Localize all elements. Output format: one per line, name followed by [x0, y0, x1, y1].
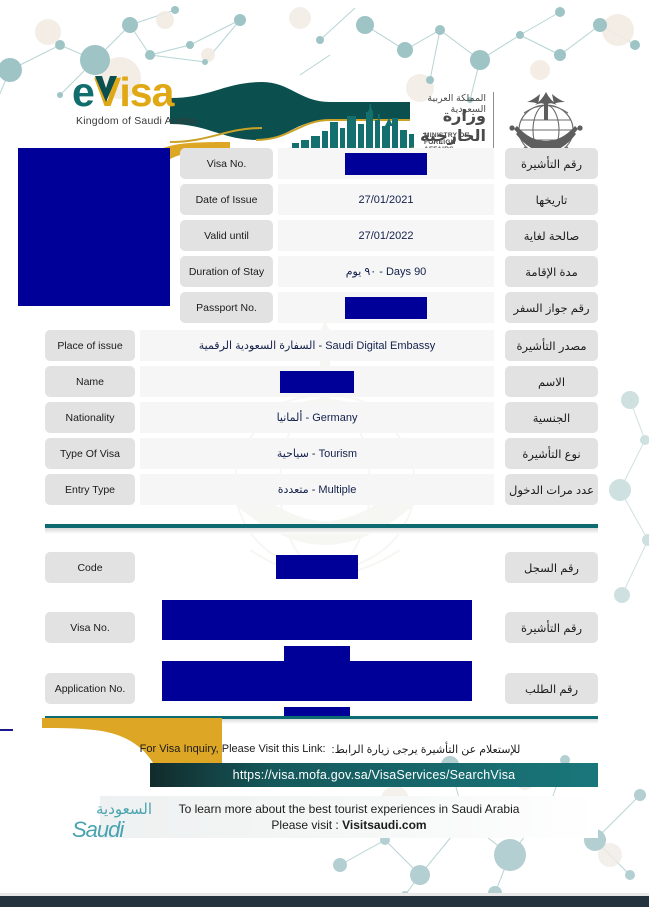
field-label-arabic: تاريخها	[505, 184, 598, 215]
field-label-english: Nationality	[45, 402, 135, 433]
redaction-block	[280, 370, 354, 393]
field-label-arabic: الاسم	[505, 366, 598, 397]
document-header: eeVisaVisa Kingdom of Saudi Arabia الممل…	[0, 46, 649, 192]
field-label-arabic: رقم الطلب	[505, 673, 598, 704]
field-label-arabic: مصدر التأشيرة	[505, 330, 598, 361]
field-value: Saudi Digital Embassy - السفارة السعودية…	[140, 330, 494, 361]
field-label-arabic: رقم السجل	[505, 552, 598, 583]
table-row: Name الاسم	[0, 366, 649, 402]
field-label-english: Date of Issue	[180, 184, 273, 215]
holder-fields-table: Place of issue Saudi Digital Embassy - ال…	[0, 330, 649, 510]
field-label-english: Type Of Visa	[45, 438, 135, 469]
ministry-divider	[493, 92, 494, 152]
field-label-english: Visa No.	[180, 148, 273, 179]
inquiry-text-arabic: للإستعلام عن التأشيرة يرجى زيارة الرابط:	[331, 743, 521, 756]
city-skyline-graphic	[281, 104, 415, 154]
visit-saudi-english: Saudi	[72, 817, 124, 842]
field-label-english: Name	[45, 366, 135, 397]
field-label-arabic: رقم جواز السفر	[505, 292, 598, 323]
table-row: Passport No. رقم جواز السفر	[0, 292, 649, 328]
table-row: Duration of Stay 90 Days - ٩٠ يوم مدة الإق…	[0, 256, 649, 292]
promo-line-1: To learn more about the best tourist exp…	[178, 802, 520, 816]
table-row: Entry Type Multiple - متعددة عدد مرات الدخ…	[0, 474, 649, 510]
section-divider-shadow	[45, 528, 598, 534]
visit-saudi-logo: السعودية Saudi	[70, 800, 166, 848]
barcode-area	[140, 546, 494, 579]
field-label-english: Code	[45, 552, 135, 583]
visit-saudi-arabic: السعودية	[96, 801, 153, 818]
table-row: Valid until 27/01/2022 صالحة لغاية	[0, 220, 649, 256]
table-row: Type Of Visa Tourism - سياحية نوع التأشيرة	[0, 438, 649, 474]
field-label-arabic: رقم التأشيرة	[505, 612, 598, 643]
field-label-arabic: مدة الإقامة	[505, 256, 598, 287]
visa-inquiry-line: For Visa Inquiry, Please Visit this Link…	[60, 740, 600, 758]
evisa-logo-v-accent	[95, 76, 117, 102]
visa-inquiry-link[interactable]: https://visa.mofa.gov.sa/VisaServices/Se…	[150, 763, 598, 787]
evisa-logo: eeVisaVisa Kingdom of Saudi Arabia	[62, 72, 292, 128]
field-label-arabic: نوع التأشيرة	[505, 438, 598, 469]
table-row: Place of issue Saudi Digital Embassy - ال…	[0, 330, 649, 366]
barcode-row: Code رقم السجل	[0, 546, 649, 590]
field-label-english: Passport No.	[180, 292, 273, 323]
barcode-area	[140, 651, 494, 724]
table-row: Date of Issue 27/01/2021 تاريخها	[0, 184, 649, 220]
field-label-english: Application No.	[45, 673, 135, 704]
promo-line-2-prefix: Please visit :	[271, 818, 343, 832]
barcode-redaction-block	[162, 600, 472, 640]
field-label-english: Duration of Stay	[180, 256, 273, 287]
field-label-english: Place of issue	[45, 330, 135, 361]
visit-saudi-promo: To learn more about the best tourist exp…	[100, 796, 598, 838]
inquiry-text-english: For Visa Inquiry, Please Visit this Link…	[139, 743, 326, 755]
field-label-arabic: صالحة لغاية	[505, 220, 598, 251]
barcode-redaction-block	[162, 661, 472, 701]
field-value: 27/01/2021	[278, 184, 494, 215]
field-value	[140, 366, 494, 397]
table-row: Nationality Germany - ألمانيا الجنسية	[0, 402, 649, 438]
visitsaudi-link[interactable]: Visitsaudi.com	[342, 818, 426, 832]
table-row: Visa No. رقم التأشيرة	[0, 148, 649, 184]
field-value: 27/01/2022	[278, 220, 494, 251]
field-label-arabic: رقم التأشيرة	[505, 148, 598, 179]
field-label-arabic: عدد مرات الدخول	[505, 474, 598, 505]
visa-fields-table: Visa No. رقم التأشيرة Date of Issue 27/01/2…	[0, 148, 649, 328]
barcode-redaction-block	[276, 555, 358, 579]
evisa-logo-subtitle: Kingdom of Saudi Arabia	[76, 115, 197, 127]
field-value: Tourism - سياحية	[140, 438, 494, 469]
redaction-block	[345, 296, 427, 319]
field-value	[278, 148, 494, 179]
field-value: 90 Days - ٩٠ يوم	[278, 256, 494, 287]
field-label-arabic: الجنسية	[505, 402, 598, 433]
field-value: Multiple - متعددة	[140, 474, 494, 505]
evisa-document: eeVisaVisa Kingdom of Saudi Arabia الممل…	[0, 0, 649, 907]
field-value: Germany - ألمانيا	[140, 402, 494, 433]
field-label-english: Valid until	[180, 220, 273, 251]
field-value	[278, 292, 494, 323]
redaction-block	[345, 152, 427, 175]
field-label-english: Entry Type	[45, 474, 135, 505]
left-edge-mark	[0, 729, 13, 731]
evisa-logo-text: eeVisaVisa	[72, 69, 174, 115]
promo-line-2: Please visit : Visitsaudi.com	[271, 817, 426, 833]
bottom-bar	[0, 896, 649, 907]
field-label-english: Visa No.	[45, 612, 135, 643]
